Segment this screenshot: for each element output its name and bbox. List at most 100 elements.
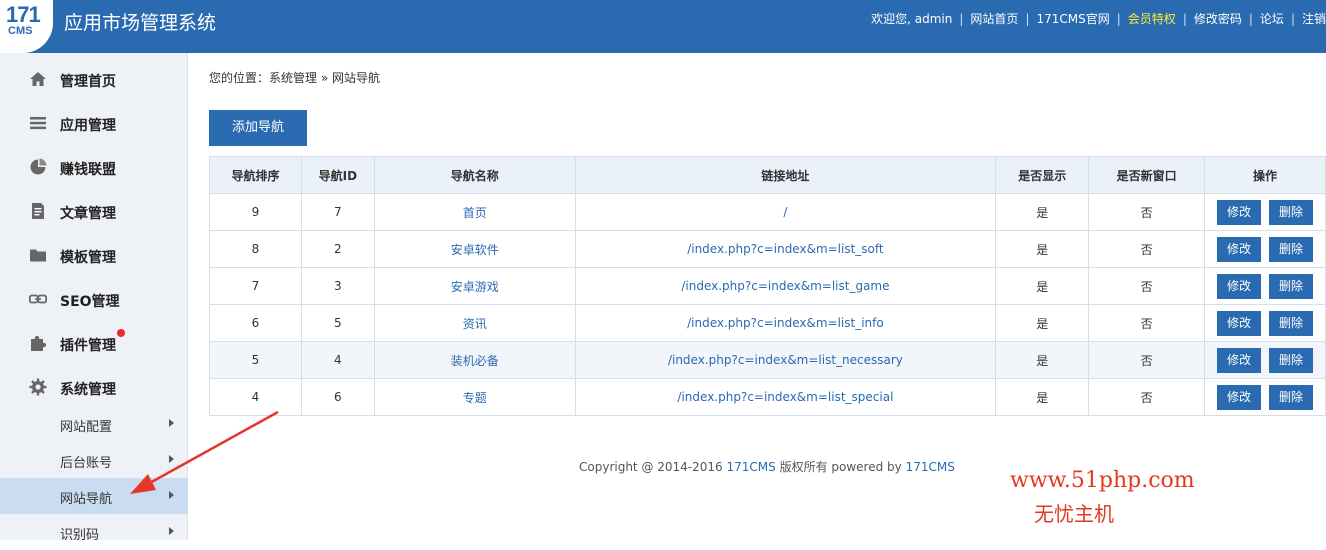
cell-show: 是 xyxy=(995,378,1090,416)
forum-link[interactable]: 论坛 xyxy=(1260,10,1284,27)
top-header: 171 CMS 应用市场管理系统 欢迎您, admin | 网站首页 | 171CMS官… xyxy=(0,0,1326,53)
edit-button[interactable]: 修改 xyxy=(1217,236,1262,262)
caret-right-icon xyxy=(169,455,174,463)
cell-name[interactable]: 装机必备 xyxy=(373,341,576,379)
delete-button[interactable]: 删除 xyxy=(1269,273,1314,299)
delete-button[interactable]: 删除 xyxy=(1269,384,1314,410)
cell-id: 2 xyxy=(300,230,375,268)
navigation-table: 导航排序 导航ID 导航名称 链接地址 是否显示 是否新窗口 操作 9 7 首页 / 是… xyxy=(209,156,1326,416)
cell-url[interactable]: / xyxy=(574,193,997,231)
sidebar-item-plugins[interactable]: 插件管理 xyxy=(0,321,188,365)
watermark-url: www.51php.com xyxy=(1010,468,1195,493)
list-icon xyxy=(30,117,46,130)
cell-name[interactable]: 安卓软件 xyxy=(373,230,576,268)
pie-chart-icon xyxy=(30,158,47,175)
delete-button[interactable]: 删除 xyxy=(1269,347,1314,373)
caret-right-icon xyxy=(169,527,174,535)
column-header: 是否新窗口 xyxy=(1088,156,1206,194)
cell-url[interactable]: /index.php?c=index&m=list_info xyxy=(574,304,997,342)
puzzle-icon xyxy=(31,335,47,351)
cell-url[interactable]: /index.php?c=index&m=list_game xyxy=(574,267,997,305)
sidebar-subitem-label: 后台账号 xyxy=(60,456,113,471)
cell-id: 4 xyxy=(300,341,375,379)
copyright: Copyright @ 2014-2016 171CMS 版权所有 powere… xyxy=(579,458,955,475)
edit-button[interactable]: 修改 xyxy=(1217,310,1262,336)
cell-url[interactable]: /index.php?c=index&m=list_necessary xyxy=(574,341,997,379)
sidebar-item-label: 系统管理 xyxy=(60,382,116,398)
site-home-link[interactable]: 网站首页 xyxy=(970,10,1018,27)
official-site-link[interactable]: 171CMS官网 xyxy=(1036,10,1109,27)
cell-actions: 修改 删除 xyxy=(1204,304,1326,342)
cell-order: 8 xyxy=(209,230,302,268)
logo-text: CMS xyxy=(8,25,33,37)
sidebar-item-templates[interactable]: 模板管理 xyxy=(0,233,188,277)
cell-name[interactable]: 首页 xyxy=(373,193,576,231)
sidebar-subitem-admin-accounts[interactable]: 后台账号 xyxy=(0,442,188,478)
cell-new-window: 否 xyxy=(1088,267,1206,305)
sidebar-item-seo[interactable]: SEO管理 xyxy=(0,277,188,321)
cell-name[interactable]: 资讯 xyxy=(373,304,576,342)
column-header: 导航名称 xyxy=(373,156,576,194)
brand-link[interactable]: 171CMS xyxy=(906,460,955,474)
column-header: 操作 xyxy=(1204,156,1326,194)
cell-order: 4 xyxy=(209,378,302,416)
table-row: 5 4 装机必备/index.php?c=index&m=list_necessar… xyxy=(209,341,1326,379)
delete-button[interactable]: 删除 xyxy=(1269,310,1314,336)
welcome-text: 欢迎您, admin xyxy=(871,12,953,26)
column-header: 导航ID xyxy=(300,156,375,194)
edit-button[interactable]: 修改 xyxy=(1217,384,1262,410)
delete-button[interactable]: 删除 xyxy=(1269,236,1314,262)
cell-order: 9 xyxy=(209,193,302,231)
sidebar-item-articles[interactable]: 文章管理 xyxy=(0,189,188,233)
cell-url[interactable]: /index.php?c=index&m=list_special xyxy=(574,378,997,416)
link-icon xyxy=(29,294,47,304)
sidebar-item-label: 管理首页 xyxy=(60,74,116,90)
sidebar-subitem-identifier[interactable]: 识别码 xyxy=(0,514,188,550)
cell-actions: 修改 删除 xyxy=(1204,378,1326,416)
cell-show: 是 xyxy=(995,341,1090,379)
document-icon xyxy=(32,203,44,219)
sidebar-item-apps[interactable]: 应用管理 xyxy=(0,101,188,145)
cell-name[interactable]: 安卓游戏 xyxy=(373,267,576,305)
copyright-text: Copyright @ 2014-2016 xyxy=(579,460,727,474)
sidebar-subitem-label: 网站导航 xyxy=(60,492,113,507)
table-row: 8 2 安卓软件/index.php?c=index&m=list_soft 是否修改… xyxy=(209,230,1326,268)
cell-name[interactable]: 专题 xyxy=(373,378,576,416)
cell-id: 6 xyxy=(300,378,375,416)
cell-order: 6 xyxy=(209,304,302,342)
sidebar-item-system[interactable]: 系统管理 xyxy=(0,365,188,409)
change-password-link[interactable]: 修改密码 xyxy=(1194,10,1242,27)
cell-new-window: 否 xyxy=(1088,341,1206,379)
sidebar-item-label: SEO管理 xyxy=(60,294,120,310)
caret-right-icon xyxy=(169,419,174,427)
table-header-row: 导航排序 导航ID 导航名称 链接地址 是否显示 是否新窗口 操作 xyxy=(209,156,1326,194)
column-header: 链接地址 xyxy=(574,156,997,194)
logo[interactable]: 171 CMS xyxy=(0,0,53,53)
column-header: 导航排序 xyxy=(209,156,302,194)
sidebar: 管理首页 应用管理 赚钱联盟 文章管理 模板管理 SEO管理 插件管理 系统管理… xyxy=(0,53,188,543)
sidebar-item-affiliate[interactable]: 赚钱联盟 xyxy=(0,145,188,189)
sidebar-item-dashboard[interactable]: 管理首页 xyxy=(0,57,188,101)
table-row: 9 7 首页 / 是否修改 删除 xyxy=(209,193,1326,231)
logout-link[interactable]: 注销 xyxy=(1302,10,1326,27)
folder-icon xyxy=(30,249,46,262)
add-navigation-button[interactable]: 添加导航 xyxy=(209,110,307,146)
edit-button[interactable]: 修改 xyxy=(1217,347,1262,373)
sidebar-subitem-site-config[interactable]: 网站配置 xyxy=(0,406,188,442)
cell-new-window: 否 xyxy=(1088,193,1206,231)
sidebar-subitem-site-navigation[interactable]: 网站导航 xyxy=(0,478,188,514)
sidebar-subitem-label: 识别码 xyxy=(60,528,100,543)
delete-button[interactable]: 删除 xyxy=(1269,199,1314,225)
brand-link[interactable]: 171CMS xyxy=(727,460,776,474)
cell-id: 7 xyxy=(300,193,375,231)
sidebar-item-label: 赚钱联盟 xyxy=(60,162,116,178)
edit-button[interactable]: 修改 xyxy=(1217,273,1262,299)
cell-new-window: 否 xyxy=(1088,304,1206,342)
edit-button[interactable]: 修改 xyxy=(1217,199,1262,225)
cell-show: 是 xyxy=(995,267,1090,305)
vip-link[interactable]: 会员特权 xyxy=(1128,10,1176,27)
cell-url[interactable]: /index.php?c=index&m=list_soft xyxy=(574,230,997,268)
cell-actions: 修改 删除 xyxy=(1204,341,1326,379)
cell-new-window: 否 xyxy=(1088,230,1206,268)
cell-actions: 修改 删除 xyxy=(1204,193,1326,231)
